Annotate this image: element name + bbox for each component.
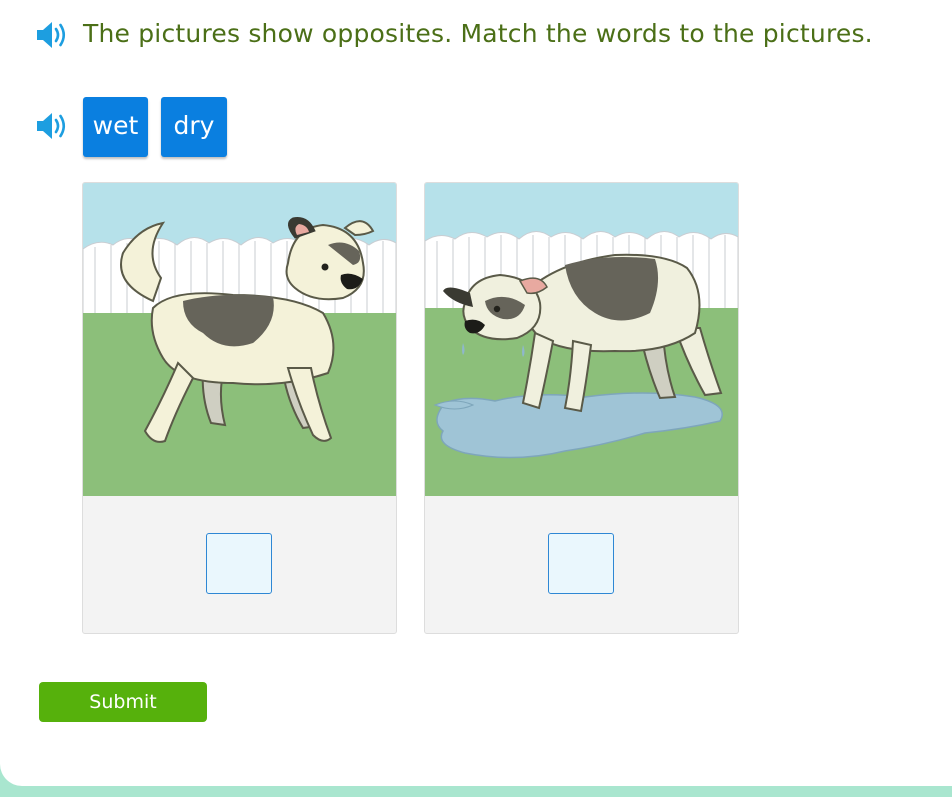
question-text: The pictures show opposites. Match the w… (83, 19, 873, 48)
answer-drop-zone-2[interactable] (548, 533, 614, 594)
question-speaker-icon[interactable] (35, 20, 71, 50)
dry-dog-illustration (83, 183, 396, 496)
wet-dog-illustration (425, 183, 738, 496)
word-tile-dry[interactable]: dry (161, 97, 227, 157)
submit-button[interactable]: Submit (39, 682, 207, 722)
word-bank-speaker-icon[interactable] (35, 111, 71, 141)
word-tile-wet[interactable]: wet (83, 97, 148, 157)
picture-card-2 (424, 182, 739, 634)
answer-drop-zone-1[interactable] (206, 533, 272, 594)
question-panel: The pictures show opposites. Match the w… (0, 0, 952, 786)
picture-card-1 (82, 182, 397, 634)
